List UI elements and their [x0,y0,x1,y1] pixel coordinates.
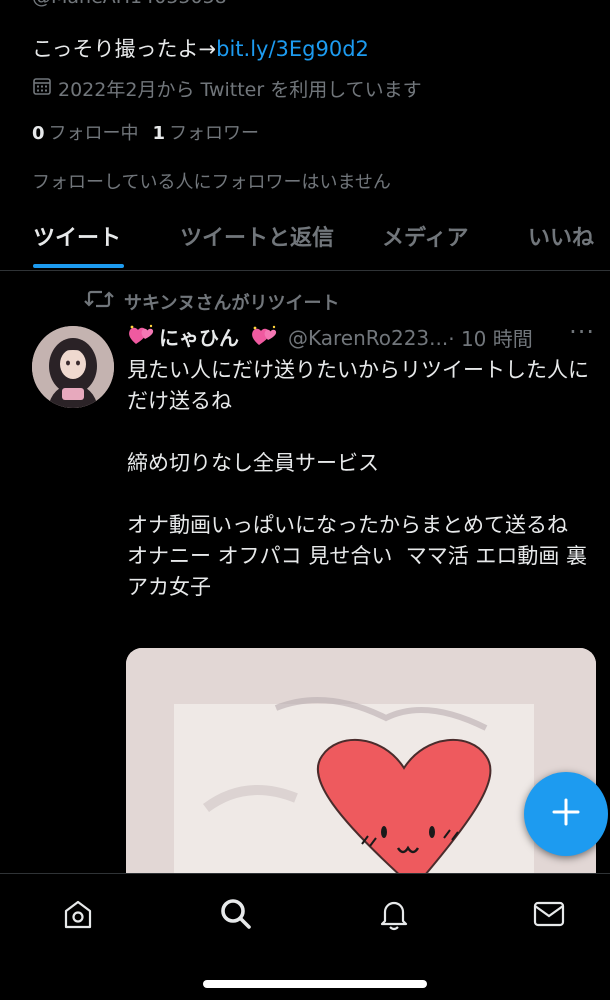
calendar-icon [32,76,52,101]
retweet-icon [84,288,114,315]
envelope-icon [532,897,566,935]
sparkling-heart-icon [127,323,155,352]
tab-tweets[interactable]: ツイート [33,220,121,252]
followers-label: フォロワー [169,123,260,144]
bio-text: こっそり撮ったよ→ [32,37,217,61]
profile-tabs: ツイート ツイートと返信 メディア いいね [0,210,610,271]
nav-notifications[interactable] [372,894,416,938]
followers-link[interactable]: 1 フォロワー [153,119,260,145]
sparkling-heart-icon [243,325,278,353]
nav-search[interactable] [214,894,258,938]
home-icon [61,897,95,935]
author-name-text: にゃひん [159,326,239,350]
tweet-text: 見たい人にだけ送りたいからリツイートした人にだけ送るね 締め切りなし全員サービス… [127,358,589,599]
bio-link[interactable]: bit.ly/3Eg90d2 [216,37,369,61]
tab-likes[interactable]: いいね [528,220,594,252]
profile-handle: @MaheAH14055058 [32,0,227,8]
bell-icon [377,897,411,935]
more-options-icon[interactable]: ··· [569,318,595,346]
plus-icon [551,797,581,831]
tab-media[interactable]: メディア [382,220,468,252]
following-link[interactable]: 0 フォロー中 [32,119,139,145]
home-indicator-bar[interactable] [203,980,427,988]
nav-messages[interactable] [527,894,571,938]
avatar[interactable] [32,326,114,408]
retweet-note: サキンヌさんがリツイート [124,292,340,314]
joined-date: 2022年2月から Twitter を利用しています [32,75,422,102]
tweet-media[interactable] [126,648,596,888]
mutual-followers-note: フォローしている人にフォロワーはいません [32,172,391,193]
joined-text: 2022年2月から Twitter を利用しています [58,79,422,101]
active-tab-indicator [33,264,124,268]
following-count: 0 [32,123,45,144]
tab-tweets-and-replies[interactable]: ツイートと返信 [180,220,334,252]
follow-stats: 0 フォロー中 1 フォロワー [32,119,259,145]
search-icon [218,896,254,936]
retweet-context: サキンヌさんがリツイート [84,288,339,315]
tweet-time[interactable]: · 10 時間 [448,323,533,352]
profile-bio: こっそり撮ったよ→bit.ly/3Eg90d2 [32,33,369,63]
tweet-author-name[interactable]: にゃひん [159,322,278,353]
following-label: フォロー中 [48,123,139,144]
tweet-header: にゃひん @KarenRo223... · 10 時間 ··· [127,318,597,353]
nav-home[interactable] [56,894,100,938]
followers-count: 1 [152,123,166,144]
compose-tweet-button[interactable] [524,772,608,856]
tweet-author-handle[interactable]: @KarenRo223... [288,326,448,350]
